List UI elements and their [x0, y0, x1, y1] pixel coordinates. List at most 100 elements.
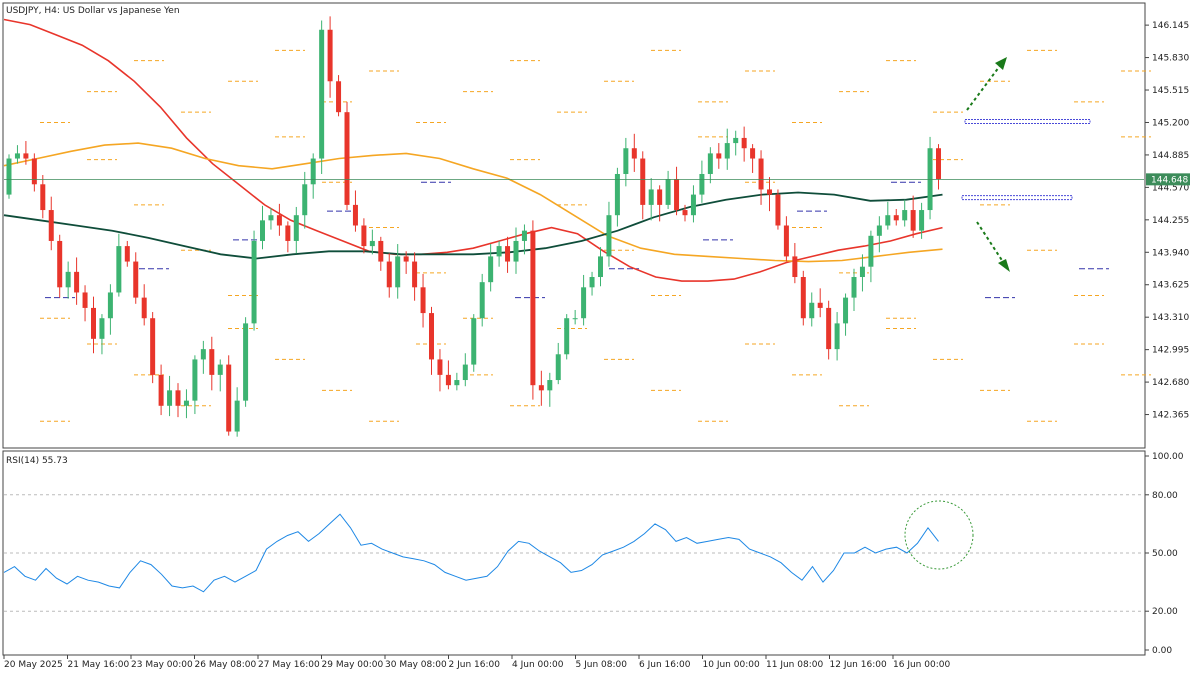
candle-body — [14, 153, 20, 159]
candle — [665, 170, 671, 210]
candle-body — [403, 256, 409, 262]
candle-body — [133, 261, 139, 298]
price-tick-label: 142.365 — [1152, 411, 1189, 421]
candle — [141, 284, 147, 326]
candle-body — [851, 277, 857, 298]
chart-window[interactable]: 146.145 145.830 145.515 145.200 144.885 144.5… — [0, 0, 1200, 675]
candle — [293, 206, 299, 254]
candle-body — [107, 292, 113, 319]
candle-body — [690, 194, 696, 216]
candle — [724, 128, 730, 170]
candle — [243, 317, 249, 407]
candle — [513, 227, 519, 274]
price-tick-label: 145.515 — [1152, 86, 1189, 96]
moving-average-line — [3, 18, 943, 282]
current-price-label: 144.648 — [1151, 175, 1188, 185]
candle — [868, 230, 874, 283]
annotations — [4, 57, 1144, 272]
candle — [775, 189, 781, 230]
candle-body — [674, 179, 680, 211]
arrow-up — [966, 62, 1003, 111]
candle — [462, 353, 468, 387]
candle-body — [352, 204, 358, 226]
rsi-tick-label: 20.00 — [1152, 607, 1178, 617]
rsi-indicator[interactable]: 100.00 80.00 50.00 20.00 0.00 — [3, 452, 1184, 656]
candle — [555, 342, 561, 385]
candle — [589, 271, 595, 296]
candle — [234, 387, 240, 437]
candle — [99, 314, 105, 355]
candle-body — [843, 297, 849, 324]
arrow-down-head — [998, 259, 1010, 272]
candle-body — [150, 318, 156, 375]
candle — [631, 133, 637, 172]
time-axis[interactable]: 20 May 2025 21 May 16:00 23 May 00:00 26 Ma… — [3, 655, 950, 670]
candle-body — [412, 261, 418, 288]
candle-body — [496, 246, 502, 257]
candle — [699, 160, 705, 203]
price-tick-label: 144.885 — [1152, 151, 1189, 161]
time-tick-label: 26 May 08:00 — [195, 660, 257, 670]
candle — [800, 270, 806, 326]
time-tick-label: 11 Jun 08:00 — [766, 660, 823, 670]
candle — [344, 101, 350, 211]
candle-body — [606, 215, 612, 257]
candles[interactable] — [6, 16, 942, 437]
candle-body — [716, 153, 722, 159]
price-axis[interactable]: 146.145145.830145.515145.200144.885144.5… — [1145, 21, 1190, 421]
candle — [640, 151, 646, 220]
candle-body — [310, 158, 316, 185]
candle — [851, 268, 857, 312]
candle — [733, 130, 739, 156]
candle — [445, 360, 451, 390]
candle — [276, 203, 282, 236]
candle — [116, 233, 122, 297]
candle-body — [623, 148, 629, 174]
candle-body — [792, 256, 798, 278]
candle-body — [200, 349, 206, 360]
candle-body — [724, 143, 730, 159]
candle-body — [124, 246, 130, 262]
candle — [530, 220, 536, 400]
candle-body — [868, 235, 874, 267]
candle — [581, 274, 587, 326]
candle — [91, 296, 96, 354]
candle — [150, 312, 156, 384]
candle — [14, 145, 20, 164]
candle-body — [445, 374, 451, 386]
candle — [6, 154, 12, 199]
candle — [302, 171, 308, 229]
candle-body — [775, 194, 781, 226]
moving-average-line — [3, 142, 943, 263]
candle-body — [302, 184, 308, 216]
candle-body — [6, 158, 12, 195]
candle-body — [99, 318, 105, 339]
candle-body — [682, 210, 688, 216]
rsi-tick-label: 80.00 — [1152, 491, 1178, 501]
candle-body — [454, 380, 460, 386]
candle-body — [293, 215, 299, 241]
moving-averages — [3, 18, 943, 282]
candle-body — [251, 240, 257, 324]
candle — [192, 355, 198, 415]
candle-body — [741, 137, 747, 149]
resistance-box — [964, 118, 1091, 124]
time-tick-label: 27 May 16:00 — [258, 660, 320, 670]
candle-body — [209, 349, 215, 375]
rsi-tick-label: 0.00 — [1152, 646, 1172, 656]
candle — [226, 355, 232, 436]
candle-body — [471, 318, 477, 365]
candle-body — [581, 287, 587, 319]
time-tick-label: 4 Jun 00:00 — [512, 660, 564, 670]
time-tick-label: 29 May 00:00 — [322, 660, 384, 670]
candle-body — [538, 385, 544, 391]
candle-body — [386, 261, 392, 288]
candle-body — [361, 225, 367, 247]
candle-body — [936, 148, 941, 180]
candle-body — [859, 266, 865, 278]
candle-body — [48, 210, 54, 241]
chart-canvas[interactable]: 146.145145.830145.515145.200144.885144.5… — [0, 0, 1200, 675]
candle — [167, 375, 173, 417]
candle — [251, 230, 257, 331]
candle-body — [395, 256, 401, 288]
